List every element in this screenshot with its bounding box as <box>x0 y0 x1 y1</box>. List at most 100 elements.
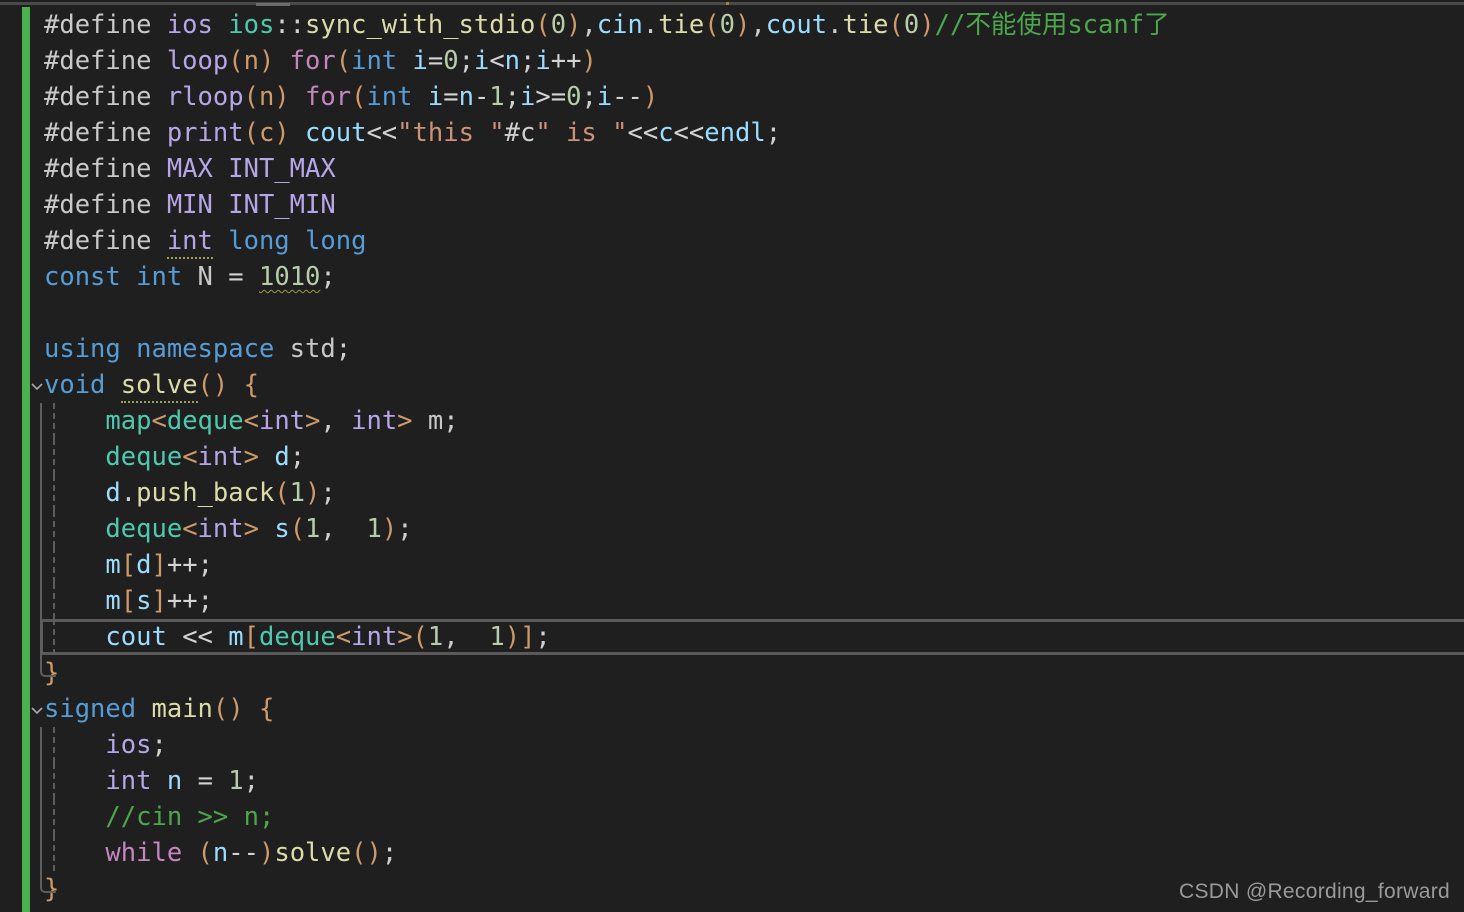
token: int <box>166 226 213 259</box>
token: ) <box>381 514 398 544</box>
code-line-text: m[s]++; <box>44 586 213 616</box>
code-line[interactable]: int n = 1; <box>0 763 1464 799</box>
token: d <box>105 478 121 508</box>
token: i <box>596 82 613 112</box>
token: ) <box>919 10 935 40</box>
chevron-down-icon[interactable] <box>30 379 44 393</box>
token: < <box>335 622 352 652</box>
token: cin <box>596 10 643 40</box>
token: [ <box>120 586 137 616</box>
token: ; <box>765 118 782 148</box>
token: -- <box>228 838 259 868</box>
code-line[interactable]: signed main() { <box>0 691 1464 727</box>
code-line[interactable]: #define rloop(n) for(int i=n-1;i>=0;i--) <box>0 79 1464 115</box>
token: int <box>197 514 244 544</box>
token: ; <box>504 82 521 112</box>
token: ) <box>504 622 521 652</box>
code-line[interactable]: //cin >> n; <box>0 799 1464 835</box>
code-line[interactable]: d.push_back(1); <box>0 475 1464 511</box>
token: ; <box>335 334 352 364</box>
code-line[interactable]: #define loop(n) for(int i=0;i<n;i++) <box>0 43 1464 79</box>
token: < <box>489 46 505 76</box>
code-line[interactable]: #define int long long <box>0 223 1464 259</box>
token: ( <box>335 46 352 76</box>
code-line[interactable]: deque<int> s(1, 1); <box>0 511 1464 547</box>
token: ; <box>581 82 597 112</box>
token: MAX <box>166 154 213 184</box>
code-line[interactable]: m[d]++; <box>0 547 1464 583</box>
code-editor[interactable]: #define ios ios::sync_with_stdio(0),cin.… <box>0 0 1464 912</box>
code-line[interactable] <box>0 295 1464 331</box>
code-line-text: signed main() { <box>44 694 274 724</box>
token: 0 <box>566 82 582 112</box>
token: ) <box>581 46 597 76</box>
code-line[interactable]: void solve() { <box>0 367 1464 403</box>
token: [ <box>120 550 137 580</box>
indent-guide <box>53 763 55 799</box>
token: #define <box>44 82 152 112</box>
token: ios <box>228 10 275 40</box>
strip-dot <box>726 2 729 5</box>
code-line-text: deque<int> d; <box>44 442 305 472</box>
code-line[interactable]: } <box>0 655 1464 691</box>
token: s <box>274 514 290 544</box>
token: c <box>658 118 674 148</box>
token: = <box>197 766 213 796</box>
token: ( <box>412 622 428 652</box>
code-line[interactable]: #define MAX INT_MAX <box>0 151 1464 187</box>
code-line-text: #define loop(n) for(int i=0;i<n;i++) <box>44 46 597 76</box>
token: int <box>197 442 244 472</box>
code-line[interactable]: #define ios ios::sync_with_stdio(0),cin.… <box>0 7 1464 43</box>
code-line[interactable]: const int N = 1010; <box>0 259 1464 295</box>
token: int <box>351 622 398 652</box>
token: d <box>136 550 152 580</box>
token: ++ <box>166 550 198 580</box>
token: cout <box>105 622 167 652</box>
chevron-down-icon[interactable] <box>30 703 44 717</box>
token: ; <box>289 442 306 472</box>
token: . <box>120 478 137 508</box>
token: ( <box>704 10 720 40</box>
token: ] <box>151 550 167 580</box>
code-line-text: using namespace std; <box>44 334 351 364</box>
code-line[interactable]: #define print(c) cout<<"this "#c" is "<<… <box>0 115 1464 151</box>
code-line-text: #define MIN INT_MIN <box>44 190 336 220</box>
token: ; <box>397 514 413 544</box>
token: cout <box>305 118 367 148</box>
code-surface[interactable]: #define ios ios::sync_with_stdio(0),cin.… <box>0 7 1464 907</box>
token: ( <box>351 82 367 112</box>
previous-line-strip <box>0 0 1464 7</box>
token: < <box>151 406 167 436</box>
code-line[interactable]: deque<int> d; <box>0 439 1464 475</box>
code-line[interactable]: map<deque<int>, int> m; <box>0 403 1464 439</box>
code-line[interactable]: m[s]++; <box>0 583 1464 619</box>
code-line-text: m[d]++; <box>44 550 213 580</box>
token: ( <box>289 514 306 544</box>
token: INT_MIN <box>228 190 336 220</box>
token: () <box>351 838 382 868</box>
indent-guide <box>53 511 55 547</box>
code-line[interactable]: cout << m[deque<int>(1, 1)]; <box>0 619 1464 655</box>
token: void <box>44 370 106 400</box>
code-line[interactable]: ios; <box>0 727 1464 763</box>
code-line-text: //cin >> n; <box>44 802 274 832</box>
code-line[interactable]: using namespace std; <box>0 331 1464 367</box>
code-line[interactable]: while (n--)solve(); <box>0 835 1464 871</box>
token: m <box>427 406 444 436</box>
token: m <box>105 550 121 580</box>
token: #define <box>44 154 152 184</box>
token: > <box>243 514 259 544</box>
code-line[interactable]: #define MIN INT_MIN <box>0 187 1464 223</box>
token: d <box>274 442 290 472</box>
token: ; <box>458 46 474 76</box>
token: < <box>182 514 198 544</box>
indent-guide <box>53 835 55 871</box>
token: () <box>212 694 244 724</box>
